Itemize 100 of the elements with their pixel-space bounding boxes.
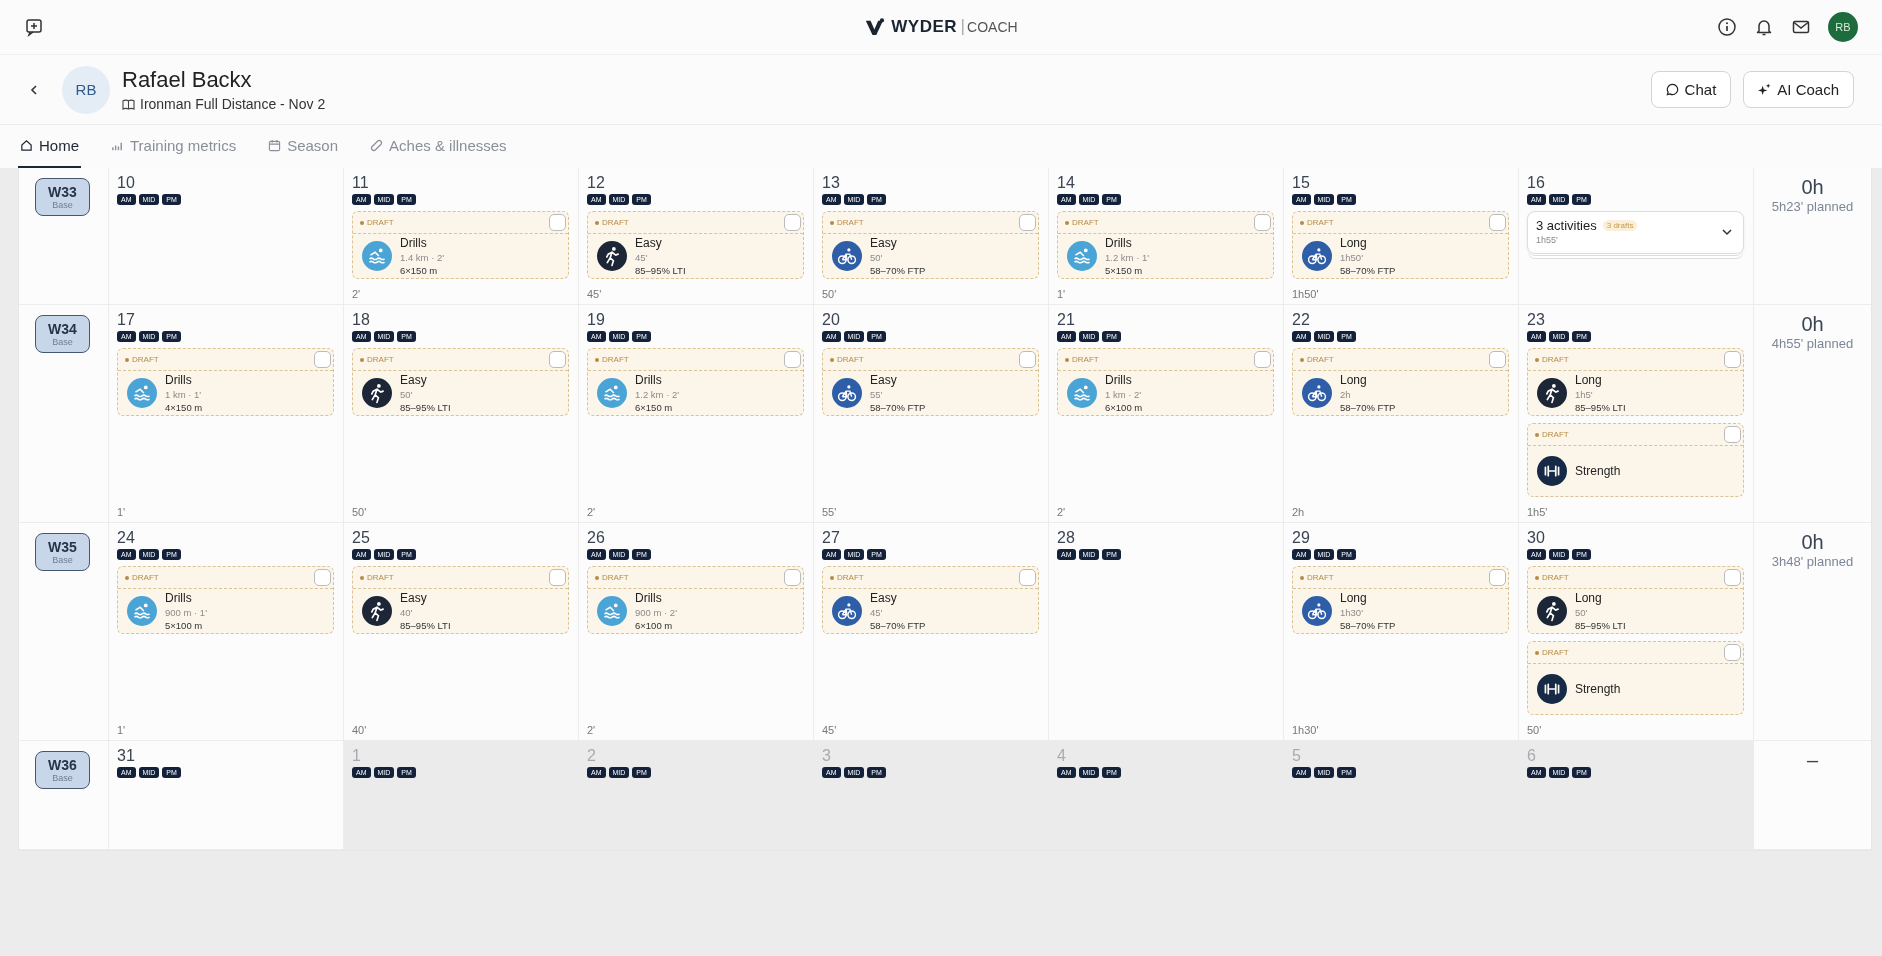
activity-title: Easy bbox=[400, 591, 428, 605]
activity-detail: 6×150 m bbox=[635, 402, 674, 413]
status-label: DRAFT bbox=[1535, 573, 1569, 582]
status-label: DRAFT bbox=[830, 355, 864, 364]
activity-card[interactable]: DRAFT Drills 1.4 km · 2' 6×150 m bbox=[352, 211, 569, 279]
activity-title: Long bbox=[1340, 236, 1368, 250]
activity-card[interactable]: DRAFT Easy 55' 58–70% FTP bbox=[822, 348, 1039, 416]
activity-card[interactable]: DRAFT Strength bbox=[1527, 641, 1744, 715]
cyclist-icon bbox=[832, 378, 862, 408]
select-checkbox[interactable] bbox=[1489, 569, 1506, 586]
select-checkbox[interactable] bbox=[784, 569, 801, 586]
dumbbell-icon bbox=[1537, 674, 1567, 704]
day-number: 4 bbox=[1057, 747, 1067, 765]
activity-detail: 1 km · 2' bbox=[1105, 389, 1143, 400]
activity-card[interactable]: DRAFT Drills 1.2 km · 1' 5×150 m bbox=[1057, 211, 1274, 279]
select-checkbox[interactable] bbox=[784, 351, 801, 368]
select-checkbox[interactable] bbox=[1254, 214, 1271, 231]
bandage-icon bbox=[370, 139, 384, 152]
back-icon[interactable] bbox=[28, 83, 40, 96]
select-checkbox[interactable] bbox=[314, 569, 331, 586]
info-icon[interactable] bbox=[1717, 17, 1737, 37]
select-checkbox[interactable] bbox=[549, 214, 566, 231]
day-duration: 50' bbox=[352, 505, 368, 518]
activity-card[interactable]: DRAFT Long 1h30' 58–70% FTP bbox=[1292, 566, 1509, 634]
activity-card[interactable]: DRAFT Drills 1 km · 1' 4×150 m bbox=[117, 348, 334, 416]
chat-bubble-icon bbox=[1665, 83, 1679, 96]
status-label: DRAFT bbox=[830, 218, 864, 227]
day-duration: 55' bbox=[822, 505, 838, 518]
activity-card[interactable]: DRAFT Strength bbox=[1527, 423, 1744, 497]
activity-detail: 85–95% LTI bbox=[400, 620, 451, 631]
user-avatar[interactable]: RB bbox=[1828, 12, 1858, 42]
activity-detail: 1.4 km · 2' bbox=[400, 252, 445, 263]
activity-detail: 58–70% FTP bbox=[870, 620, 926, 631]
status-label: DRAFT bbox=[1300, 355, 1334, 364]
week-number: W36 bbox=[48, 757, 77, 773]
cyclist-icon bbox=[1302, 596, 1332, 626]
select-checkbox[interactable] bbox=[549, 351, 566, 368]
day-number: 26 bbox=[587, 529, 606, 547]
activity-title: Drills bbox=[165, 591, 193, 605]
activity-detail: 1 km · 1' bbox=[165, 389, 203, 400]
select-checkbox[interactable] bbox=[549, 569, 566, 586]
select-checkbox[interactable] bbox=[1724, 644, 1741, 661]
ai-coach-button[interactable]: AI Coach bbox=[1743, 71, 1854, 108]
day-duration: 45' bbox=[822, 723, 838, 736]
day-duration: 2' bbox=[352, 287, 362, 300]
activity-card[interactable]: DRAFT Easy 45' 58–70% FTP bbox=[822, 566, 1039, 634]
activity-detail: 5×150 m bbox=[1105, 265, 1144, 276]
calendar-icon bbox=[268, 139, 282, 152]
week-number: W34 bbox=[48, 321, 77, 337]
cyclist-icon bbox=[832, 241, 862, 271]
activity-card[interactable]: DRAFT Easy 50' 58–70% FTP bbox=[822, 211, 1039, 279]
activity-card[interactable]: DRAFT Drills 900 m · 2' 6×100 m bbox=[587, 566, 804, 634]
activity-card[interactable]: DRAFT Easy 40' 85–95% LTI bbox=[352, 566, 569, 634]
select-checkbox[interactable] bbox=[1254, 351, 1271, 368]
status-label: DRAFT bbox=[1065, 355, 1099, 364]
activity-card[interactable]: DRAFT Long 1h5' 85–95% LTI bbox=[1527, 348, 1744, 416]
day-number: 11 bbox=[352, 174, 370, 192]
activity-card[interactable]: DRAFT Drills 1 km · 2' 6×100 m bbox=[1057, 348, 1274, 416]
status-label: DRAFT bbox=[125, 573, 159, 582]
activity-detail: 58–70% FTP bbox=[870, 265, 926, 276]
select-checkbox[interactable] bbox=[784, 214, 801, 231]
cyclist-icon bbox=[1302, 378, 1332, 408]
activity-card[interactable]: DRAFT Long 50' 85–95% LTI bbox=[1527, 566, 1744, 634]
day-duration: 1h50' bbox=[1292, 287, 1320, 300]
event-name: Ironman Full Distance - Nov 2 bbox=[140, 96, 326, 112]
day-duration: 40' bbox=[352, 723, 368, 736]
select-checkbox[interactable] bbox=[1019, 351, 1036, 368]
activity-title: Easy bbox=[870, 236, 898, 250]
select-checkbox[interactable] bbox=[1019, 569, 1036, 586]
cyclist-icon bbox=[832, 596, 862, 626]
select-checkbox[interactable] bbox=[1489, 351, 1506, 368]
day-duration: 45' bbox=[587, 287, 603, 300]
activity-detail: 4×150 m bbox=[165, 402, 203, 413]
select-checkbox[interactable] bbox=[1724, 351, 1741, 368]
activity-detail: 50' bbox=[870, 252, 884, 263]
status-label: DRAFT bbox=[1535, 430, 1569, 439]
activity-card[interactable]: DRAFT Drills 900 m · 1' 5×100 m bbox=[117, 566, 334, 634]
activity-detail: 6×150 m bbox=[400, 265, 439, 276]
status-label: DRAFT bbox=[360, 573, 394, 582]
add-message-icon[interactable] bbox=[24, 17, 44, 37]
select-checkbox[interactable] bbox=[1019, 214, 1036, 231]
activity-card[interactable]: DRAFT Easy 50' 85–95% LTI bbox=[352, 348, 569, 416]
day-duration: 50' bbox=[1527, 723, 1543, 736]
activity-card[interactable]: DRAFT Easy 45' 85–95% LTI bbox=[587, 211, 804, 279]
chat-button[interactable]: Chat bbox=[1650, 71, 1732, 108]
select-checkbox[interactable] bbox=[314, 351, 331, 368]
select-checkbox[interactable] bbox=[1724, 569, 1741, 586]
activity-detail: 45' bbox=[635, 252, 649, 263]
day-number: 3 bbox=[822, 747, 832, 765]
select-checkbox[interactable] bbox=[1489, 214, 1506, 231]
activity-card[interactable]: DRAFT Drills 1.2 km · 2' 6×150 m bbox=[587, 348, 804, 416]
notification-icon[interactable] bbox=[1754, 17, 1774, 37]
activity-detail: 45' bbox=[870, 607, 884, 618]
week-phase: Base bbox=[52, 337, 73, 347]
activity-card[interactable]: DRAFT Long 1h50' 58–70% FTP bbox=[1292, 211, 1509, 279]
status-label: DRAFT bbox=[360, 355, 394, 364]
activity-card[interactable]: DRAFT Long 2h 58–70% FTP bbox=[1292, 348, 1509, 416]
day-duration: 2' bbox=[1057, 505, 1067, 518]
status-label: DRAFT bbox=[1300, 218, 1334, 227]
select-checkbox[interactable] bbox=[1724, 426, 1741, 443]
